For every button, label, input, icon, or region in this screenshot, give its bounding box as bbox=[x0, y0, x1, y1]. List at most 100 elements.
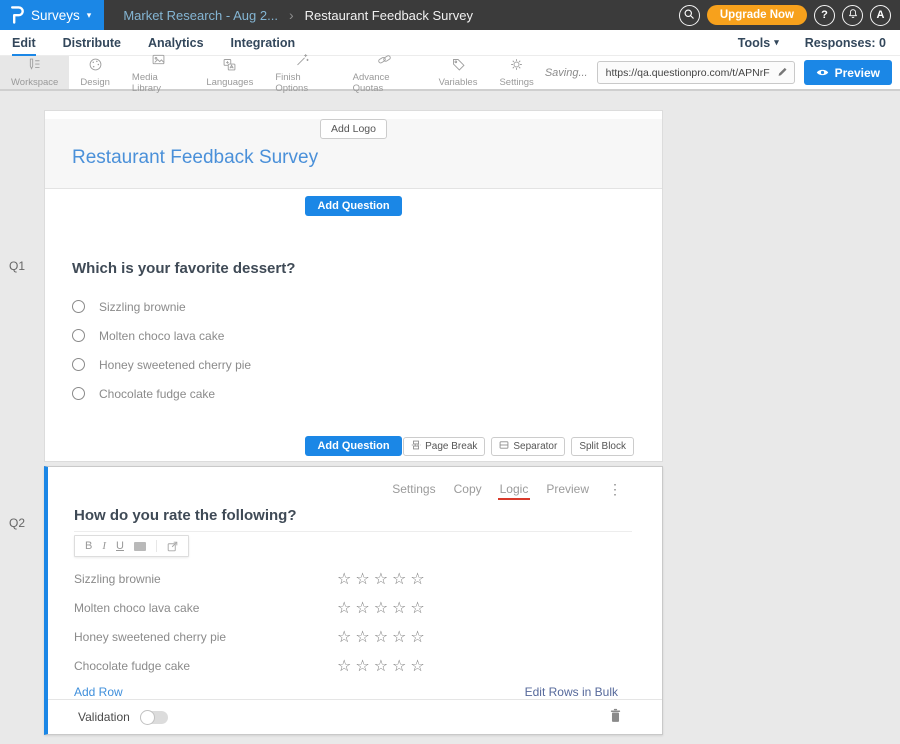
survey-title[interactable]: Restaurant Feedback Survey bbox=[72, 147, 662, 169]
star-icon[interactable]: ☆ bbox=[355, 598, 373, 617]
q2-question-text[interactable]: How do you rate the following? bbox=[74, 507, 632, 532]
star-icon[interactable]: ☆ bbox=[355, 569, 373, 588]
star-icon[interactable]: ☆ bbox=[337, 598, 355, 617]
validation-toggle[interactable] bbox=[140, 711, 168, 724]
q1-option-label[interactable]: Chocolate fudge cake bbox=[99, 387, 215, 401]
star-icon[interactable]: ☆ bbox=[410, 627, 428, 646]
radio-icon[interactable] bbox=[72, 300, 85, 313]
star-icon[interactable]: ☆ bbox=[392, 656, 410, 675]
toolbar-item-languages[interactable]: Languages bbox=[195, 56, 264, 89]
star-rating: ☆☆☆☆☆ bbox=[337, 598, 429, 618]
rating-row-label[interactable]: Molten choco lava cake bbox=[74, 601, 337, 615]
toolbar-item-advance-quotas[interactable]: Advance Quotas bbox=[342, 56, 428, 89]
star-icon[interactable]: ☆ bbox=[355, 656, 373, 675]
q2-action-menu: Settings Copy Logic Preview ⋮ bbox=[48, 467, 662, 496]
insert-link-button[interactable] bbox=[167, 541, 178, 552]
toolbar-item-settings[interactable]: Settings bbox=[488, 56, 544, 89]
star-icon[interactable]: ☆ bbox=[337, 627, 355, 646]
italic-button[interactable]: I bbox=[102, 541, 106, 552]
text-format-toolbar: B I U bbox=[74, 535, 189, 557]
radio-icon[interactable] bbox=[72, 358, 85, 371]
star-icon[interactable]: ☆ bbox=[410, 656, 428, 675]
kebab-menu-icon[interactable]: ⋮ bbox=[608, 484, 622, 494]
toolbar-item-variables[interactable]: Variables bbox=[428, 56, 489, 89]
add-question-button-bottom[interactable]: Add Question bbox=[305, 436, 401, 456]
tab-integration[interactable]: Integration bbox=[231, 36, 296, 50]
tab-analytics[interactable]: Analytics bbox=[148, 36, 204, 50]
star-icon[interactable]: ☆ bbox=[392, 598, 410, 617]
toolbar-item-design[interactable]: Design bbox=[69, 56, 121, 89]
upgrade-now-button[interactable]: Upgrade Now bbox=[707, 5, 807, 25]
page-break-icon bbox=[411, 440, 421, 453]
q1-option[interactable]: Molten choco lava cake bbox=[72, 321, 662, 350]
q2-logic-link[interactable]: Logic bbox=[500, 482, 529, 496]
tab-edit[interactable]: Edit bbox=[12, 36, 36, 50]
topbar-actions: Upgrade Now ? A bbox=[679, 5, 900, 26]
delete-question-button[interactable] bbox=[609, 708, 622, 726]
survey-url-field bbox=[597, 61, 795, 84]
q2-settings-link[interactable]: Settings bbox=[392, 482, 435, 496]
star-icon[interactable]: ☆ bbox=[374, 656, 392, 675]
q2-preview-link[interactable]: Preview bbox=[546, 482, 589, 496]
add-logo-button[interactable]: Add Logo bbox=[320, 119, 387, 139]
q2-validation-row: Validation bbox=[48, 699, 662, 734]
toolbar-item-label: Settings bbox=[499, 77, 533, 88]
survey-block-2-selected: Settings Copy Logic Preview ⋮ How do you… bbox=[44, 466, 663, 735]
separator-button[interactable]: Separator bbox=[491, 437, 565, 456]
questionpro-logo-icon bbox=[10, 6, 24, 24]
toggle-knob[interactable] bbox=[140, 710, 155, 725]
q1-option-label[interactable]: Molten choco lava cake bbox=[99, 329, 224, 343]
star-icon[interactable]: ☆ bbox=[337, 569, 355, 588]
q1-option[interactable]: Chocolate fudge cake bbox=[72, 379, 662, 408]
star-rating: ☆☆☆☆☆ bbox=[337, 627, 429, 647]
separator-label: Separator bbox=[513, 441, 557, 452]
preview-button[interactable]: Preview bbox=[804, 60, 892, 85]
star-icon[interactable]: ☆ bbox=[374, 627, 392, 646]
add-row-link[interactable]: Add Row bbox=[74, 685, 123, 699]
survey-url-input[interactable] bbox=[598, 67, 772, 79]
radio-icon[interactable] bbox=[72, 387, 85, 400]
tag-icon bbox=[451, 57, 466, 75]
q1-option[interactable]: Honey sweetened cherry pie bbox=[72, 350, 662, 379]
q1-option[interactable]: Sizzling brownie bbox=[72, 292, 662, 321]
edit-url-button[interactable] bbox=[772, 61, 794, 84]
help-button[interactable]: ? bbox=[814, 5, 835, 26]
insert-image-button[interactable] bbox=[134, 542, 146, 551]
toolbar-item-label: Design bbox=[80, 77, 110, 88]
radio-icon[interactable] bbox=[72, 329, 85, 342]
tools-menu[interactable]: Tools ▾ bbox=[738, 36, 779, 50]
avatar[interactable]: A bbox=[870, 5, 891, 26]
bold-button[interactable]: B bbox=[85, 541, 92, 552]
star-icon[interactable]: ☆ bbox=[337, 656, 355, 675]
toolbar-item-media-library[interactable]: Media Library bbox=[121, 56, 195, 89]
underline-button[interactable]: U bbox=[116, 541, 124, 552]
star-icon[interactable]: ☆ bbox=[355, 627, 373, 646]
star-icon[interactable]: ☆ bbox=[410, 598, 428, 617]
edit-rows-in-bulk-link[interactable]: Edit Rows in Bulk bbox=[525, 685, 618, 699]
star-icon[interactable]: ☆ bbox=[374, 598, 392, 617]
q1-option-label[interactable]: Sizzling brownie bbox=[99, 300, 186, 314]
page-break-button[interactable]: Page Break bbox=[403, 437, 485, 456]
tab-distribute[interactable]: Distribute bbox=[63, 36, 121, 50]
main-nav: Edit Distribute Analytics Integration To… bbox=[0, 30, 900, 56]
q1-question-text[interactable]: Which is your favorite dessert? bbox=[72, 260, 662, 277]
q2-copy-link[interactable]: Copy bbox=[454, 482, 482, 496]
question-number-q2: Q2 bbox=[9, 516, 25, 530]
rating-row-label[interactable]: Chocolate fudge cake bbox=[74, 659, 337, 673]
surveys-product-menu[interactable]: Surveys ▾ bbox=[0, 0, 104, 30]
rating-row-label[interactable]: Honey sweetened cherry pie bbox=[74, 630, 337, 644]
validation-label: Validation bbox=[78, 710, 130, 724]
notifications-button[interactable] bbox=[842, 5, 863, 26]
toolbar-item-workspace[interactable]: Workspace bbox=[0, 56, 69, 89]
breadcrumb-folder[interactable]: Market Research - Aug 2... bbox=[123, 8, 278, 23]
split-block-button[interactable]: Split Block bbox=[571, 437, 634, 456]
star-icon[interactable]: ☆ bbox=[410, 569, 428, 588]
search-button[interactable] bbox=[679, 5, 700, 26]
star-icon[interactable]: ☆ bbox=[392, 569, 410, 588]
rating-row-label[interactable]: Sizzling brownie bbox=[74, 572, 337, 586]
toolbar-item-finish-options[interactable]: Finish Options bbox=[264, 56, 341, 89]
star-icon[interactable]: ☆ bbox=[392, 627, 410, 646]
q1-option-label[interactable]: Honey sweetened cherry pie bbox=[99, 358, 251, 372]
star-icon[interactable]: ☆ bbox=[374, 569, 392, 588]
add-question-button-top[interactable]: Add Question bbox=[305, 196, 401, 216]
